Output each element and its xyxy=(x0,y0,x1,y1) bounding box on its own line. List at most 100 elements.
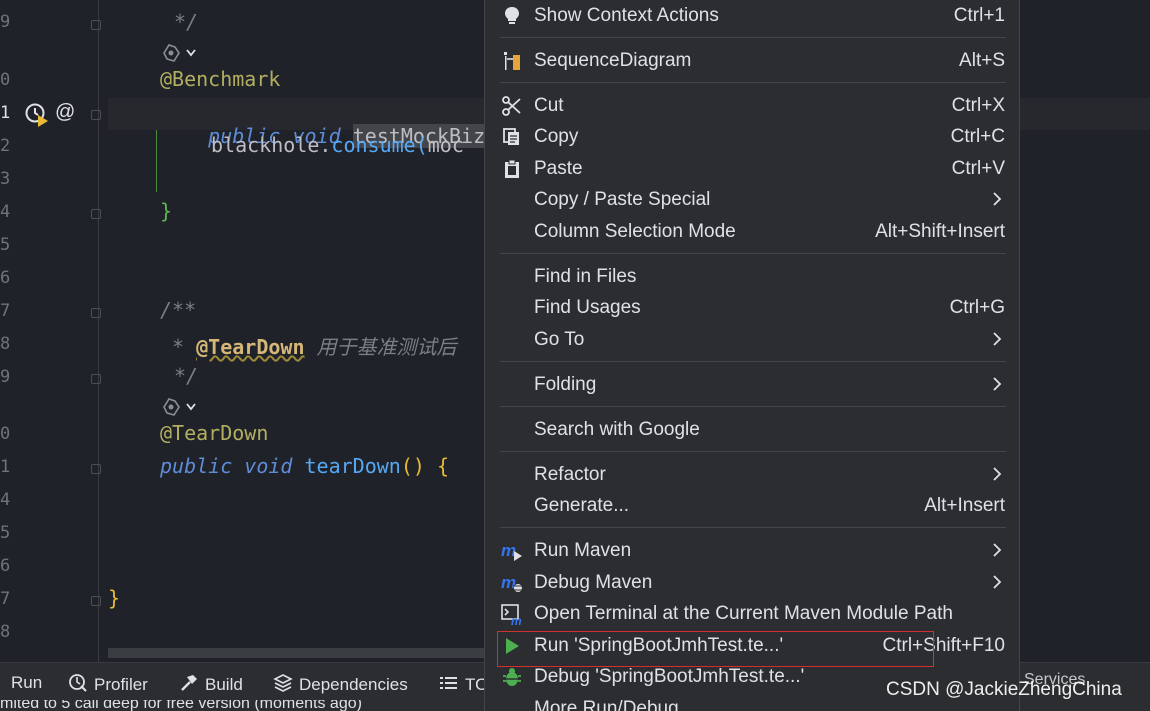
menu-item-copy[interactable]: Copy Ctrl+C xyxy=(485,122,1019,152)
horizontal-scrollbar[interactable] xyxy=(108,648,488,658)
menu-item-shortcut: Alt+Shift+Insert xyxy=(875,221,1005,242)
run-benchmark-gutter-icon[interactable] xyxy=(24,102,52,130)
line-number: 0 xyxy=(0,424,11,444)
code-identifier: moc xyxy=(427,133,464,157)
fold-marker[interactable] xyxy=(91,209,101,219)
profiler-tool-label: Profiler xyxy=(94,675,148,694)
run-tool-button[interactable]: Run xyxy=(11,673,42,693)
chevron-right-icon xyxy=(993,192,1002,206)
profiler-icon xyxy=(69,674,87,692)
fold-marker[interactable] xyxy=(91,596,101,606)
code-annotation-benchmark: @Benchmark xyxy=(160,67,281,91)
menu-item-run-maven[interactable]: m Run Maven xyxy=(485,536,1019,566)
gutter xyxy=(0,0,108,662)
menu-item-shortcut: Ctrl+1 xyxy=(953,5,1005,26)
menu-item-show-context-actions[interactable]: Show Context Actions Ctrl+1 xyxy=(485,1,1019,31)
menu-item-label: Find in Files xyxy=(534,266,637,287)
chevron-right-icon xyxy=(993,543,1002,557)
list-icon xyxy=(440,677,457,689)
menu-separator xyxy=(500,82,1006,83)
maven-debug-icon: m xyxy=(501,573,523,592)
menu-item-label: Search with Google xyxy=(534,419,700,440)
menu-item-find-usages[interactable]: Find Usages Ctrl+G xyxy=(485,293,1019,323)
menu-item-find-in-files[interactable]: Find in Files xyxy=(485,262,1019,292)
menu-separator xyxy=(500,37,1006,38)
svg-text:m: m xyxy=(501,573,516,592)
menu-item-cut[interactable]: Cut Ctrl+X xyxy=(485,91,1019,121)
code-line-teardown-doc: * @TearDown 用于基准测试后 xyxy=(160,331,457,360)
inlay-hint-icon[interactable] xyxy=(160,396,202,418)
menu-item-search-with-google[interactable]: Search with Google xyxy=(485,415,1019,445)
menu-item-paste[interactable]: Paste Ctrl+V xyxy=(485,154,1019,184)
fold-marker[interactable] xyxy=(91,374,101,384)
menu-item-shortcut: Ctrl+G xyxy=(949,297,1005,318)
menu-item-generate[interactable]: Generate... Alt+Insert xyxy=(485,491,1019,521)
inlay-hint-icon[interactable] xyxy=(160,42,202,64)
menu-item-label: Folding xyxy=(534,374,597,395)
scissors-icon xyxy=(502,96,521,116)
code-parens: () { xyxy=(400,454,450,478)
maven-run-icon: m xyxy=(501,541,522,561)
menu-separator xyxy=(500,253,1006,254)
menu-item-label: Debug 'SpringBootJmhTest.te...' xyxy=(534,666,805,687)
fold-marker[interactable] xyxy=(91,464,101,474)
line-number: 3 xyxy=(0,169,11,189)
run-tool-label: Run xyxy=(11,673,43,692)
paste-icon xyxy=(505,159,519,178)
code-comment: * xyxy=(160,335,197,359)
code-comment-open: /** xyxy=(160,298,197,322)
menu-item-open-terminal-maven[interactable]: m Open Terminal at the Current Maven Mod… xyxy=(485,599,1019,629)
code-comment-close: */ xyxy=(174,364,199,388)
menu-item-sequence-diagram[interactable]: SequenceDiagram Alt+S xyxy=(485,46,1019,76)
code-identifier: blackhole. xyxy=(211,133,332,157)
line-number: 7 xyxy=(0,301,11,321)
fold-marker[interactable] xyxy=(91,308,101,318)
line-number: 1 xyxy=(0,457,11,477)
line-number: 9 xyxy=(0,367,11,387)
menu-item-label: Run Maven xyxy=(534,540,632,561)
menu-item-label: Cut xyxy=(534,95,564,116)
line-number: 8 xyxy=(0,334,11,354)
line-number: 8 xyxy=(0,622,11,642)
menu-item-label: Open Terminal at the Current Maven Modul… xyxy=(534,603,953,624)
code-comment: 用于基准测试后 xyxy=(304,335,457,359)
code-line-teardown-signature: public void tearDown() { xyxy=(160,454,449,478)
layers-icon xyxy=(273,674,293,692)
sequence-diagram-icon xyxy=(504,52,520,70)
code-close-brace: } xyxy=(160,199,173,223)
chevron-right-icon xyxy=(993,377,1002,391)
line-number: 7 xyxy=(0,589,11,609)
dependencies-tool-button[interactable]: Dependencies xyxy=(273,673,408,695)
menu-item-refactor[interactable]: Refactor xyxy=(485,460,1019,490)
build-tool-button[interactable]: Build xyxy=(179,673,243,695)
highlight-annotation-box xyxy=(497,631,934,667)
at-icon[interactable]: @ xyxy=(55,101,75,124)
menu-item-shortcut: Alt+S xyxy=(959,50,1005,71)
menu-item-copy-paste-special[interactable]: Copy / Paste Special xyxy=(485,185,1019,215)
svg-text:m: m xyxy=(501,541,516,560)
fold-marker[interactable] xyxy=(91,110,101,120)
code-keyword: public xyxy=(160,454,233,478)
line-number: 6 xyxy=(0,556,11,576)
menu-item-label: Generate... xyxy=(534,495,630,516)
menu-item-label: Find Usages xyxy=(534,297,641,318)
menu-item-shortcut: Ctrl+V xyxy=(951,158,1005,179)
menu-item-go-to[interactable]: Go To xyxy=(485,325,1019,355)
chevron-right-icon xyxy=(993,467,1002,481)
menu-item-label: Copy / Paste Special xyxy=(534,189,711,210)
menu-item-label: Paste xyxy=(534,158,583,179)
menu-item-shortcut: Ctrl+X xyxy=(951,95,1005,116)
menu-item-column-selection-mode[interactable]: Column Selection Mode Alt+Shift+Insert xyxy=(485,217,1019,247)
profiler-tool-button[interactable]: Profiler xyxy=(68,673,148,695)
menu-separator xyxy=(500,451,1006,452)
fold-marker[interactable] xyxy=(91,20,101,30)
hammer-icon xyxy=(181,675,197,691)
line-number: 9 xyxy=(0,12,11,32)
line-number: 1 xyxy=(0,103,11,123)
menu-item-label: More Run/Debug xyxy=(534,698,679,711)
terminal-maven-icon: m xyxy=(501,604,522,625)
menu-item-label: Go To xyxy=(534,329,585,350)
menu-item-folding[interactable]: Folding xyxy=(485,370,1019,400)
menu-item-debug-maven[interactable]: m Debug Maven xyxy=(485,568,1019,598)
todo-tool-button[interactable]: TO xyxy=(439,673,488,695)
